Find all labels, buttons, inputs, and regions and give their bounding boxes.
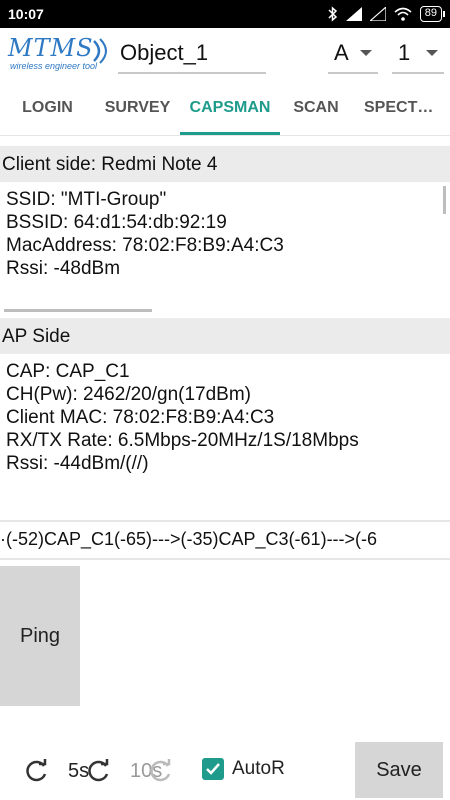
client-ssid: SSID: "MTI-Group" <box>6 189 167 210</box>
client-info-panel[interactable]: SSID: "MTI-Group" BSSID: 64:d1:54:db:92:… <box>0 182 450 318</box>
status-icons: 89 <box>328 6 446 22</box>
bottom-toolbar: 5s 10s AutoR Save <box>0 740 450 800</box>
horizontal-scrollbar[interactable] <box>4 309 152 312</box>
ap-client-mac: Client MAC: 78:02:F8:B9:A4:C3 <box>6 407 275 428</box>
index-select[interactable]: 1 <box>392 34 444 74</box>
bluetooth-icon <box>328 6 337 22</box>
wifi-icon <box>394 7 412 21</box>
refresh-icon-faded <box>150 759 171 782</box>
index-select-value: 1 <box>398 40 411 65</box>
save-button[interactable]: Save <box>355 742 443 798</box>
status-bar: 10:07 89 <box>0 0 450 28</box>
ping-output <box>80 566 450 706</box>
tab-scan[interactable]: SCAN <box>280 80 352 135</box>
ap-rx-tx-rate: RX/TX Rate: 6.5Mbps-20MHz/1S/18Mbps <box>6 430 359 451</box>
client-side-header: Client side: Redmi Note 4 <box>0 146 450 182</box>
band-select[interactable]: A <box>328 34 378 74</box>
ap-channel-power: CH(Pw): 2462/20/gn(17dBm) <box>6 384 251 405</box>
ping-button[interactable]: Ping <box>0 566 80 706</box>
autor-toggle[interactable]: AutoR <box>202 758 285 780</box>
signal-icon-2 <box>369 7 386 21</box>
ap-info-panel: CAP: CAP_C1 CH(Pw): 2462/20/gn(17dBm) Cl… <box>0 354 450 516</box>
autor-label: AutoR <box>232 758 285 779</box>
refresh-5s-button[interactable]: 5s <box>24 758 89 784</box>
battery-icon: 89 <box>419 6 446 22</box>
tab-login[interactable]: LOGIN <box>0 80 95 135</box>
app-bar: MTMS wireless engineer tool Object_1 A 1 <box>0 28 450 80</box>
refresh-10s-button[interactable]: 10s <box>86 758 174 784</box>
tab-spectrum[interactable]: SPECT… <box>352 80 442 135</box>
tab-capsman[interactable]: CAPSMAN <box>180 80 280 135</box>
client-mac: MacAddress: 78:02:F8:B9:A4:C3 <box>6 235 284 256</box>
refresh-icon <box>88 759 109 782</box>
logo-text: MTMS <box>8 34 94 62</box>
chevron-down-icon <box>426 50 438 56</box>
refresh-icon <box>26 759 47 782</box>
object-name-field[interactable]: Object_1 <box>118 34 266 74</box>
roaming-route-text[interactable]: ·(-52)CAP_C1(-65)--->(-35)CAP_C3(-61)---… <box>0 520 450 560</box>
ap-rssi: Rssi: -44dBm/(//) <box>6 453 149 474</box>
signal-icon <box>345 7 362 21</box>
checkbox-checked-icon[interactable] <box>202 758 224 780</box>
client-bssid: BSSID: 64:d1:54:db:92:19 <box>6 212 227 233</box>
band-select-value: A <box>334 40 349 65</box>
status-time: 10:07 <box>8 6 44 22</box>
client-rssi: Rssi: -48dBm <box>6 258 121 279</box>
ap-side-header: AP Side <box>0 318 450 354</box>
vertical-scrollbar[interactable] <box>443 186 446 214</box>
ap-cap: CAP: CAP_C1 <box>6 361 130 382</box>
tab-bar: LOGIN SURVEY CAPSMAN SCAN SPECT… <box>0 80 450 136</box>
ping-area: Ping <box>0 566 450 706</box>
tab-survey[interactable]: SURVEY <box>95 80 180 135</box>
logo-tagline: wireless engineer tool <box>10 61 98 71</box>
chevron-down-icon <box>360 50 372 56</box>
app-logo: MTMS wireless engineer tool <box>6 34 112 74</box>
